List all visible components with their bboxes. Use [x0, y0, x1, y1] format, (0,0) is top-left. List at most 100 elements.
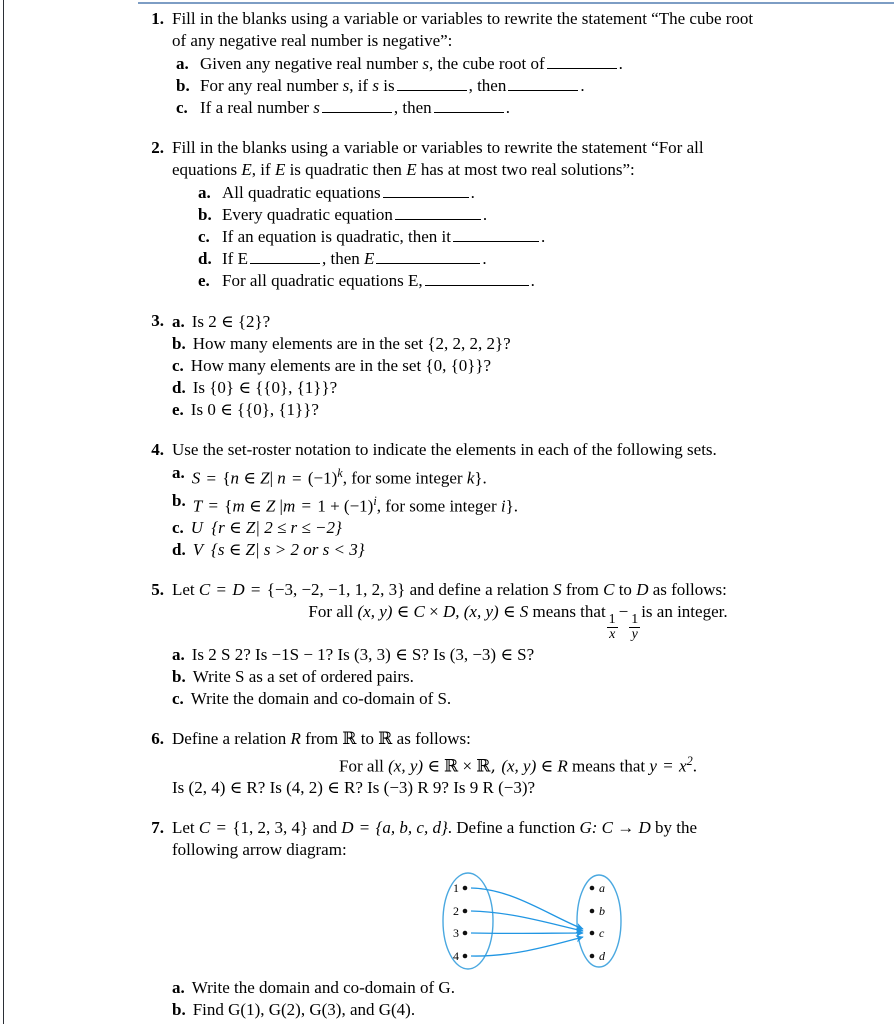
part-d-text: If E: [222, 249, 248, 268]
part-text: V {s ∈ Z| s > 2 or s < 3}: [193, 539, 894, 561]
relation-R: R: [557, 756, 568, 776]
problem-7-part-a: a. Write the domain and co-domain of G.: [172, 977, 894, 999]
part-text: How many elements are in the set {0, {0}…: [190, 356, 492, 375]
tail: , for some integer: [342, 468, 463, 488]
set-D-elements: {a, b, c, d}: [375, 818, 448, 838]
part-label: e.: [172, 400, 184, 419]
part-b-mid2: is: [383, 76, 395, 95]
set-D: D,: [442, 602, 464, 622]
problem-6-body: Define a relation R from ℝ to ℝ as follo…: [172, 728, 894, 800]
answer-blank[interactable]: [396, 90, 467, 91]
problem-4-part-c: c. U {r ∈ Z| 2 ≤ r ≤ −2}: [172, 517, 894, 539]
stem2-var3: E: [406, 160, 417, 179]
part-label: b.: [172, 666, 186, 686]
codomain-point-b: [589, 908, 595, 914]
arrow-1-to-c: [470, 887, 584, 930]
part-label: b.: [198, 205, 212, 224]
codomain-point-a: [589, 885, 595, 891]
answer-blank[interactable]: [508, 90, 579, 91]
stem-b: from: [305, 728, 339, 748]
stem2-c: is quadratic then: [289, 160, 402, 179]
equals: =: [206, 468, 217, 488]
set-D2: D: [636, 580, 649, 600]
problem-6-questions-line: Is (2, 4) ∈ R? Is (4, 2) ∈ R? Is (−3) R …: [172, 778, 536, 798]
member2: ∈: [502, 602, 516, 622]
problem-1-parts: a. Given any negative real number s, the…: [176, 53, 894, 119]
stem-c: by the: [655, 818, 698, 838]
part-text: For all quadratic equations E,.: [222, 270, 894, 292]
problem-1-part-c: c. If a real number s , then.: [176, 97, 894, 119]
part-c-pre: If a real number: [200, 98, 310, 117]
answer-blank[interactable]: [249, 263, 320, 264]
part-b-text: Every quadratic equation: [222, 205, 393, 224]
arrow-symbol: →: [617, 818, 635, 838]
problem-5-stem: Let C = D = {−3, −2, −1, 1, 2, 3} and de…: [172, 579, 894, 601]
part-label: c.: [172, 356, 184, 375]
set-body: {s ∈ Z| s > 2 or s < 3}: [211, 540, 365, 560]
reals-symbol: ℝ,: [476, 756, 502, 777]
equals2: =: [291, 468, 302, 488]
problem-3-part-a: a. Is 2 ∈ {2}?: [172, 311, 894, 333]
problem-3-part-b: b. How many elements are in the set {2, …: [172, 333, 894, 355]
expr: 1 + (−1): [317, 496, 374, 516]
answer-blank[interactable]: [424, 285, 529, 286]
part-text: Write the domain and co-domain of G.: [191, 978, 455, 998]
part-a-mid: , the cube root of: [428, 54, 545, 73]
problem-6-stem: Define a relation R from ℝ to ℝ as follo…: [172, 728, 894, 750]
set-name: V: [192, 540, 203, 560]
problem-5: 5. Let C = D = {−3, −2, −1, 1, 2, 3} and…: [138, 579, 894, 709]
codomain-point-d: [589, 953, 595, 959]
def-pre: For all: [339, 756, 384, 776]
part-e-post: .: [530, 271, 535, 290]
problem-7-number: 7.: [151, 818, 164, 838]
numerator: 1: [606, 612, 618, 629]
part-label: d.: [172, 540, 186, 560]
part-a-text: All quadratic equations: [222, 183, 381, 202]
answer-blank[interactable]: [452, 241, 539, 242]
answer-blank[interactable]: [433, 112, 504, 113]
problem-4: 4. Use the set-roster notation to indica…: [138, 439, 894, 561]
close: }.: [474, 468, 487, 488]
part-b-post: .: [580, 76, 585, 95]
codomain-label-b: b: [599, 904, 605, 918]
domain-label-4: 4: [453, 949, 459, 963]
set-C: C: [198, 818, 211, 838]
ordered-pair2: (x, y): [463, 602, 499, 622]
part-text: Write S as a set of ordered pairs.: [192, 666, 414, 686]
equals: =: [208, 496, 219, 516]
answer-blank[interactable]: [394, 219, 481, 220]
stem-b: . Define a function: [447, 818, 576, 838]
answer-blank[interactable]: [382, 197, 469, 198]
numerator: 1: [629, 612, 641, 629]
part-c-post: .: [540, 227, 546, 246]
problem-6-number: 6.: [151, 728, 164, 748]
domain-point-2: [462, 908, 468, 914]
problem-4-part-d: d. V {s ∈ Z| s > 2 or s < 3}: [172, 539, 894, 561]
problem-5-number: 5.: [151, 580, 164, 600]
problem-4-part-a: a. S = {n ∈ Z| n = (−1)k, for some integ…: [172, 462, 894, 490]
problem-6: 6. Define a relation R from ℝ to ℝ as fo…: [138, 728, 894, 800]
answer-blank[interactable]: [321, 112, 392, 113]
set-body: {r ∈ Z| 2 ≤ r ≤ −2}: [211, 518, 342, 538]
answer-blank[interactable]: [376, 263, 481, 264]
equals2: =: [359, 818, 370, 838]
function-G: G: C: [579, 818, 613, 838]
problem-3: 3. a. Is 2 ∈ {2}? b. How many elements a…: [138, 310, 894, 421]
part-a-var: s: [422, 54, 429, 73]
open-brace: {: [222, 468, 231, 488]
part-text: Is 2 S 2? Is −1S − 1? Is (3, 3) ∈ S? Is …: [191, 644, 535, 664]
problem-2-stem-line1: Fill in the blanks using a variable or v…: [172, 138, 704, 157]
codomain-label-a: a: [599, 881, 605, 895]
problem-3-part-e: e. Is 0 ∈ {{0}, {1}}?: [172, 399, 894, 421]
problem-7-stem-line2: following arrow diagram:: [172, 840, 347, 860]
answer-blank[interactable]: [546, 68, 617, 69]
problem-5-part-c: c. Write the domain and co-domain of S.: [172, 688, 894, 710]
problem-5-definition-line: For all (x, y) ∈ C × D, (x, y) ∈ S means…: [142, 601, 894, 642]
part-b-post: .: [482, 205, 488, 224]
equals1: =: [216, 580, 227, 600]
problem-2: 2. Fill in the blanks using a variable o…: [138, 137, 894, 292]
var-y: y: [649, 756, 657, 776]
part-label: c.: [172, 518, 184, 538]
means-text: means that: [532, 602, 606, 622]
domain-point-3: [462, 930, 468, 936]
